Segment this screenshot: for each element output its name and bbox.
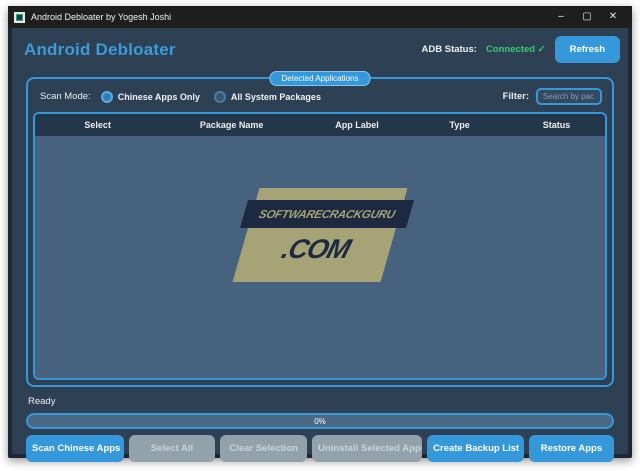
- scan-chinese-apps-button[interactable]: Scan Chinese Apps: [26, 435, 124, 462]
- minimize-button[interactable]: –: [548, 6, 574, 28]
- refresh-button[interactable]: Refresh: [555, 36, 620, 63]
- title-bar: Android Debloater by Yogesh Joshi – ▢ ✕: [8, 6, 632, 28]
- app-icon: [14, 12, 25, 23]
- watermark-band: SOFTWARECRACKGURU: [240, 200, 414, 228]
- action-buttons-row: Scan Chinese Apps Select All Clear Selec…: [26, 435, 614, 462]
- progress-value: 0%: [314, 417, 326, 426]
- column-app-label[interactable]: App Label: [303, 120, 411, 130]
- progress-bar: 0%: [26, 413, 614, 429]
- softwarecrackguru-watermark: SOFTWARECRACKGURU .COM: [246, 188, 394, 282]
- watermark-text-bottom: .COM: [237, 234, 394, 265]
- applications-table: Select Package Name App Label Type Statu…: [33, 112, 607, 380]
- radio-selected-icon[interactable]: [101, 91, 113, 103]
- scan-mode-options: Chinese Apps Only All System Packages: [101, 91, 321, 103]
- filter-label: Filter:: [503, 91, 529, 102]
- maximize-button[interactable]: ▢: [574, 6, 600, 28]
- adb-status-value: Connected ✓: [486, 44, 546, 55]
- restore-apps-button[interactable]: Restore Apps: [529, 435, 614, 462]
- select-all-button[interactable]: Select All: [129, 435, 216, 462]
- filter-group: Filter:: [503, 88, 602, 105]
- tab-detected-applications[interactable]: Detected Applications: [270, 71, 371, 86]
- column-select[interactable]: Select: [35, 120, 160, 130]
- table-body: SOFTWARECRACKGURU .COM: [35, 136, 605, 378]
- search-input[interactable]: [536, 88, 602, 105]
- window-controls: – ▢ ✕: [548, 6, 626, 28]
- header: Android Debloater ADB Status: Connected …: [12, 28, 628, 67]
- table-header-row: Select Package Name App Label Type Statu…: [35, 114, 605, 136]
- column-status[interactable]: Status: [508, 120, 605, 130]
- page-title: Android Debloater: [24, 40, 176, 60]
- app-window: Android Debloater by Yogesh Joshi – ▢ ✕ …: [8, 6, 632, 458]
- radio-unselected-icon[interactable]: [214, 91, 226, 103]
- radio-all-system-packages[interactable]: All System Packages: [214, 91, 321, 103]
- watermark-text-top: SOFTWARECRACKGURU: [257, 209, 396, 221]
- column-type[interactable]: Type: [411, 120, 508, 130]
- watermark-logo-shape: SOFTWARECRACKGURU .COM: [233, 188, 408, 282]
- status-message: Ready: [12, 387, 628, 412]
- header-right: ADB Status: Connected ✓ Refresh: [422, 36, 620, 63]
- clear-selection-button[interactable]: Clear Selection: [220, 435, 307, 462]
- window-title: Android Debloater by Yogesh Joshi: [31, 12, 171, 22]
- radio-chinese-apps-only[interactable]: Chinese Apps Only: [101, 91, 200, 103]
- radio-label: Chinese Apps Only: [118, 92, 200, 102]
- uninstall-selected-apps-button[interactable]: Uninstall Selected Apps: [312, 435, 422, 462]
- adb-status-label: ADB Status:: [422, 44, 477, 55]
- scan-mode-label: Scan Mode:: [40, 91, 91, 102]
- column-package-name[interactable]: Package Name: [160, 120, 303, 130]
- radio-label: All System Packages: [231, 92, 321, 102]
- detected-applications-panel: Detected Applications Scan Mode: Chinese…: [26, 77, 614, 387]
- create-backup-list-button[interactable]: Create Backup List: [427, 435, 524, 462]
- close-button[interactable]: ✕: [600, 6, 626, 28]
